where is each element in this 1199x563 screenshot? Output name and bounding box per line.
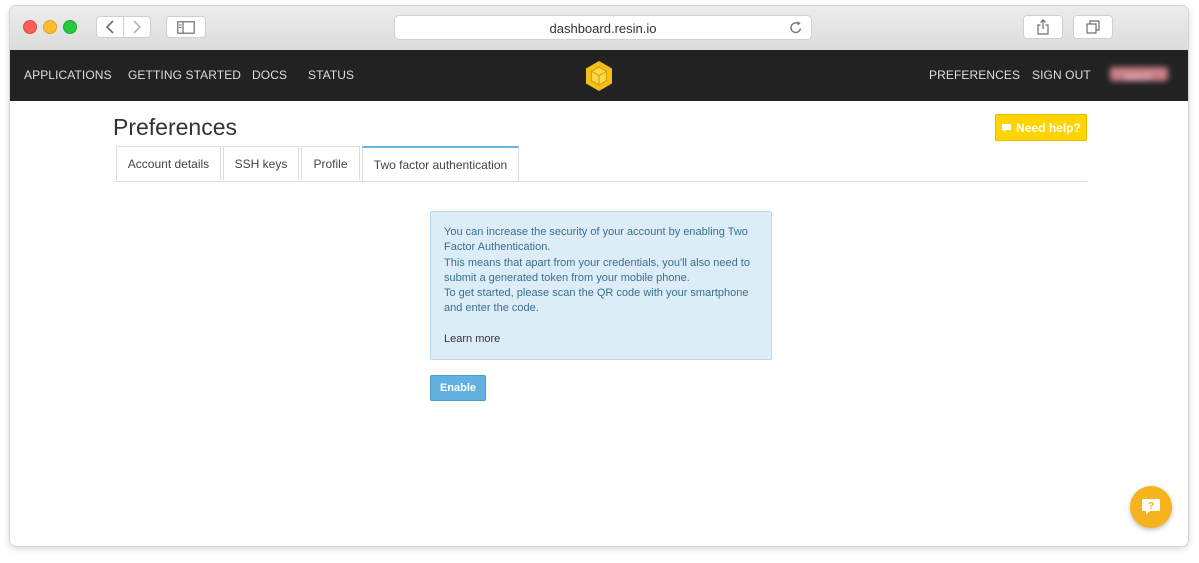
tab-two-factor-authentication[interactable]: Two factor authentication (362, 146, 519, 181)
two-factor-info-box: You can increase the security of your ac… (430, 211, 772, 360)
info-text-qr: To get started, please scan the QR code … (444, 287, 749, 315)
tabs-icon (1086, 20, 1100, 34)
nav-status[interactable]: STATUS (308, 68, 354, 82)
browser-window: dashboard.resin.io APPLICATIONS GETTING … (10, 6, 1188, 546)
need-help-button[interactable]: Need help? (995, 114, 1087, 141)
info-text-intro: You can increase the security of your ac… (444, 226, 748, 254)
browser-toolbar: dashboard.resin.io (10, 6, 1188, 51)
share-button[interactable] (1023, 15, 1063, 39)
svg-text:?: ? (1148, 501, 1154, 512)
need-help-label: Need help? (1016, 120, 1081, 135)
main-content: Preferences Need help? Account details S… (10, 101, 1188, 546)
nav-preferences[interactable]: PREFERENCES (929, 68, 1020, 82)
info-text-token: This means that apart from your credenti… (444, 256, 750, 284)
nav-docs[interactable]: DOCS (252, 68, 287, 82)
top-navbar: APPLICATIONS GETTING STARTED DOCS STATUS… (10, 50, 1188, 101)
tab-account-details[interactable]: Account details (116, 146, 221, 180)
learn-more-link[interactable]: Learn more (444, 332, 500, 347)
back-icon (105, 20, 114, 34)
minimize-window-button[interactable] (43, 20, 57, 34)
user-menu[interactable]: search (1110, 67, 1168, 82)
enable-button[interactable]: Enable (430, 375, 486, 401)
page-title: Preferences (113, 114, 238, 140)
zoom-window-button[interactable] (63, 20, 77, 34)
address-text: dashboard.resin.io (549, 21, 657, 36)
forward-button[interactable] (123, 16, 151, 38)
tab-ssh-keys[interactable]: SSH keys (223, 146, 299, 180)
sidebar-icon (177, 20, 195, 34)
tab-profile[interactable]: Profile (301, 146, 360, 180)
address-bar[interactable]: dashboard.resin.io (394, 15, 812, 40)
share-icon (1037, 19, 1049, 35)
tabs-overview-button[interactable] (1073, 15, 1113, 39)
sidebar-toggle-button[interactable] (166, 16, 206, 38)
close-window-button[interactable] (23, 20, 37, 34)
back-button[interactable] (96, 16, 124, 38)
nav-sign-out[interactable]: SIGN OUT (1032, 68, 1091, 82)
resin-logo[interactable] (583, 60, 615, 92)
support-icon: ? (1142, 499, 1160, 515)
chat-icon (1002, 123, 1012, 132)
preferences-tabs: Account details SSH keys Profile Two fac… (115, 146, 1087, 182)
nav-applications[interactable]: APPLICATIONS (24, 68, 112, 82)
reload-icon[interactable] (789, 20, 803, 35)
forward-icon (133, 20, 142, 34)
support-chat-button[interactable]: ? (1130, 486, 1172, 528)
nav-getting-started[interactable]: GETTING STARTED (128, 68, 241, 82)
